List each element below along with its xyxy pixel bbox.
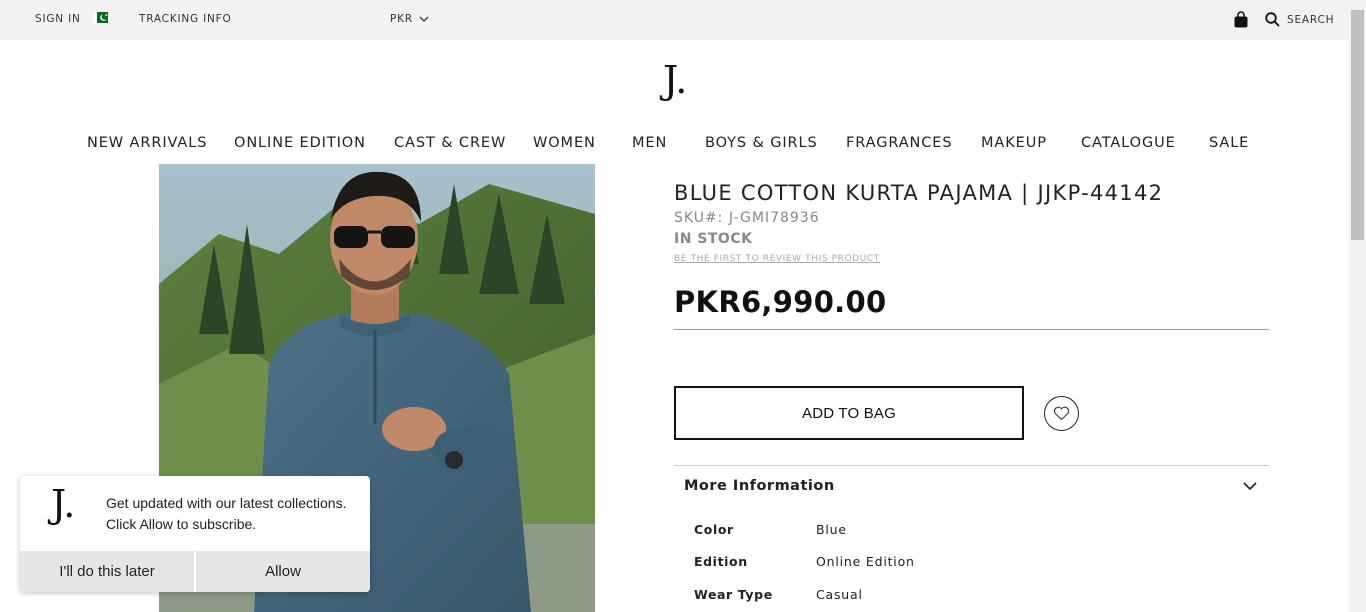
product-sku: SKU#: J-GMI78936: [674, 210, 820, 226]
nav-new-arrivals[interactable]: NEW ARRIVALS: [87, 135, 207, 151]
pakistan-flag-icon[interactable]: [93, 12, 108, 23]
review-link[interactable]: BE THE FIRST TO REVIEW THIS PRODUCT: [674, 254, 880, 264]
nav-men[interactable]: MEN: [632, 135, 667, 151]
search-label[interactable]: SEARCH: [1287, 14, 1334, 26]
tracking-info-link[interactable]: TRACKING INFO: [139, 13, 232, 25]
attribute-label-color: Color: [694, 522, 734, 537]
more-info-divider: [674, 465, 1269, 466]
scrollbar-thumb[interactable]: [1351, 10, 1364, 240]
currency-selector[interactable]: PKR: [390, 13, 413, 25]
attribute-value-wear-type: Casual: [816, 587, 863, 602]
price-divider: [674, 329, 1269, 330]
popup-message-line2: Click Allow to subscribe.: [106, 516, 257, 532]
heart-icon: [1053, 406, 1070, 421]
product-title: BLUE COTTON KURTA PAJAMA | JJKP-44142: [674, 181, 1164, 205]
nav-women[interactable]: WOMEN: [533, 135, 596, 151]
do-later-button[interactable]: I'll do this later: [20, 551, 194, 592]
nav-sale[interactable]: SALE: [1209, 135, 1249, 151]
sign-in-link[interactable]: SIGN IN: [35, 13, 81, 25]
nav-online-edition[interactable]: ONLINE EDITION: [234, 135, 366, 151]
top-utility-bar: SIGN IN TRACKING INFO PKR SEARCH: [0, 0, 1349, 40]
popup-message-line1: Get updated with our latest collections.: [106, 495, 347, 511]
product-price: PKR6,990.00: [674, 285, 887, 319]
attribute-label-edition: Edition: [694, 554, 748, 569]
nav-makeup[interactable]: MAKEUP: [981, 135, 1047, 151]
popup-message: Get updated with our latest collections.…: [106, 493, 361, 535]
wishlist-button[interactable]: [1044, 396, 1079, 431]
nav-boys-girls[interactable]: BOYS & GIRLS: [705, 135, 818, 151]
allow-button[interactable]: Allow: [196, 551, 370, 592]
popup-logo: J.: [51, 482, 76, 526]
attribute-value-color: Blue: [816, 522, 847, 537]
nav-fragrances[interactable]: FRAGRANCES: [846, 135, 952, 151]
attribute-value-edition: Online Edition: [816, 554, 915, 569]
nav-catalogue[interactable]: CATALOGUE: [1081, 135, 1176, 151]
site-logo[interactable]: J.: [663, 58, 687, 102]
subscribe-popup: J. Get updated with our latest collectio…: [20, 476, 370, 592]
stock-status: IN STOCK: [674, 231, 753, 247]
page-scrollbar[interactable]: [1349, 0, 1366, 612]
attribute-label-wear-type: Wear Type: [694, 587, 773, 602]
shopping-bag-icon[interactable]: [1233, 11, 1249, 28]
main-navigation: NEW ARRIVALS ONLINE EDITION CAST & CREW …: [0, 135, 1349, 155]
chevron-down-icon[interactable]: [1242, 481, 1258, 491]
chevron-down-icon[interactable]: [419, 16, 429, 23]
more-information-toggle[interactable]: More Information: [684, 478, 835, 494]
nav-cast-crew[interactable]: CAST & CREW: [394, 135, 506, 151]
search-icon[interactable]: [1265, 12, 1280, 27]
add-to-bag-button[interactable]: ADD TO BAG: [674, 386, 1024, 440]
